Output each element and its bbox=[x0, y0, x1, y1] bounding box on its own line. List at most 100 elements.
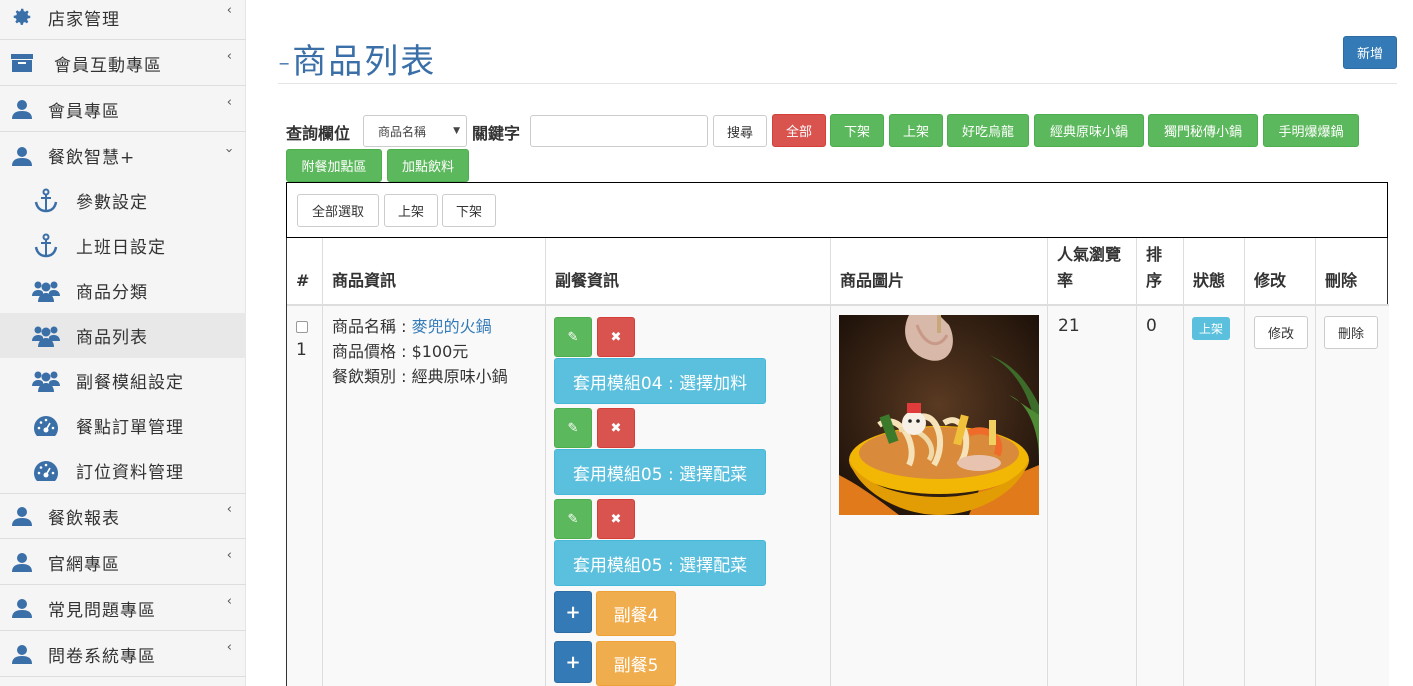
sidebar-item-member[interactable]: 會員專區 ‹ bbox=[0, 87, 246, 132]
add-side-button[interactable]: + bbox=[554, 591, 592, 633]
search-button[interactable]: 搜尋 bbox=[713, 115, 767, 147]
sidebar-subitem-label: 上班日設定 bbox=[76, 238, 166, 258]
bulk-off-shelf-button[interactable]: 下架 bbox=[442, 194, 496, 227]
caret-down-icon: ▼ bbox=[453, 126, 460, 136]
remove-module-button[interactable]: ✖ bbox=[597, 317, 635, 357]
row-index: 1 bbox=[296, 340, 307, 360]
module-label[interactable]: 套用模組04 : 選擇加料 bbox=[554, 358, 766, 404]
plus-icon: + bbox=[565, 601, 581, 623]
sidebar-item-dining-smart[interactable]: 餐飲智慧+ ‹ bbox=[0, 133, 246, 178]
product-name-label: 商品名稱 : bbox=[332, 317, 412, 336]
chevron-left-icon: ‹ bbox=[226, 502, 232, 517]
keyword-label: 關鍵字 bbox=[472, 124, 521, 143]
product-name-link[interactable]: 麥兜的火鍋 bbox=[412, 317, 492, 336]
anchor-icon bbox=[32, 233, 60, 258]
product-info-cell: 商品名稱 : 麥兜的火鍋 商品價格 : $100元 餐飲類別 : 經典原味小鍋 bbox=[323, 306, 546, 686]
sidebar-item-dining-report[interactable]: 餐飲報表 ‹ bbox=[0, 494, 246, 539]
table-header: 修改 bbox=[1245, 238, 1316, 306]
table-header: 刪除 bbox=[1316, 238, 1389, 306]
sidebar-subitem-workday-settings[interactable]: 上班日設定 bbox=[0, 223, 246, 268]
filter-category-button[interactable]: 經典原味小鍋 bbox=[1034, 114, 1144, 147]
select-all-button[interactable]: 全部選取 bbox=[297, 194, 379, 227]
delete-cell: 刪除 bbox=[1316, 306, 1389, 686]
main-content: -商品列表 新增 查詢欄位 商品名稱 ▼ 關鍵字 搜尋 全部 下架 上架 好吃烏… bbox=[246, 0, 1413, 686]
edit-module-button[interactable]: ✎ bbox=[554, 408, 592, 448]
table-header: 商品資訊 bbox=[323, 238, 546, 306]
product-category: 餐飲類別 : 經典原味小鍋 bbox=[332, 367, 508, 386]
sidebar-item-label: 常見問題專區 bbox=[48, 600, 156, 621]
sidebar-subitem-reservation-management[interactable]: 訂位資料管理 bbox=[0, 448, 246, 493]
side-dish-label[interactable]: 副餐4 bbox=[596, 591, 676, 636]
user-icon bbox=[10, 597, 34, 619]
order-value: 0 bbox=[1146, 316, 1157, 336]
users-icon bbox=[32, 279, 60, 303]
sidebar-item-member-interaction[interactable]: 會員互動專區 ‹ bbox=[0, 41, 246, 86]
filter-category-button[interactable]: 好吃烏龍 bbox=[947, 114, 1029, 147]
sidebar-item-label: 餐飲智慧+ bbox=[48, 148, 136, 168]
sidebar-subitem-parameter-settings[interactable]: 參數設定 bbox=[0, 178, 246, 223]
sidebar-subitem-product-category[interactable]: 商品分類 bbox=[0, 268, 246, 313]
sidebar-item-store-management[interactable]: 店家管理 ‹ bbox=[0, 0, 246, 40]
chevron-left-icon: ‹ bbox=[226, 3, 232, 18]
sidebar-subitem-product-list[interactable]: 商品列表 bbox=[0, 313, 246, 358]
sidebar-item-label: 店家管理 bbox=[48, 9, 120, 30]
chevron-left-icon: ‹ bbox=[226, 640, 232, 655]
plus-icon: + bbox=[565, 651, 581, 673]
pencil-icon: ✎ bbox=[567, 420, 579, 436]
sidebar-item-official-site[interactable]: 官網專區 ‹ bbox=[0, 540, 246, 585]
sidebar-item-label: 會員互動專區 bbox=[54, 55, 162, 76]
keyword-input[interactable] bbox=[530, 115, 708, 147]
sidebar-item-survey[interactable]: 問卷系統專區 ‹ bbox=[0, 632, 246, 677]
table-header: 商品圖片 bbox=[831, 238, 1048, 306]
add-button[interactable]: 新增 bbox=[1343, 36, 1397, 69]
sidebar: 店家管理 ‹ 會員互動專區 ‹ 會員專區 ‹ 餐飲智慧+ ‹ 參數設定 上班日設… bbox=[0, 0, 246, 686]
delete-button[interactable]: 刪除 bbox=[1324, 316, 1378, 349]
dashboard-icon bbox=[32, 414, 60, 438]
order-cell: 0 bbox=[1137, 306, 1184, 686]
side-info-cell: ✎ ✖ 套用模組04 : 選擇加料 ✎ ✖ 套用模組05 : 選擇配菜 ✎ ✖ … bbox=[546, 306, 831, 686]
pencil-icon: ✎ bbox=[567, 511, 579, 527]
chevron-down-icon: ‹ bbox=[221, 147, 237, 154]
chevron-left-icon: ‹ bbox=[226, 95, 232, 110]
side-dish-label[interactable]: 副餐5 bbox=[596, 641, 676, 686]
remove-module-button[interactable]: ✖ bbox=[597, 408, 635, 448]
table-row: 1 bbox=[287, 306, 323, 686]
edit-module-button[interactable]: ✎ bbox=[554, 499, 592, 539]
sidebar-subitem-label: 參數設定 bbox=[76, 193, 148, 213]
filter-category-button[interactable]: 加點飲料 bbox=[387, 149, 469, 182]
sidebar-subitem-order-management[interactable]: 餐點訂單管理 bbox=[0, 403, 246, 448]
edit-module-button[interactable]: ✎ bbox=[554, 317, 592, 357]
status-cell: 上架 bbox=[1184, 306, 1245, 686]
table-header: 人氣瀏覽率 bbox=[1048, 238, 1137, 306]
sidebar-subitem-label: 商品分類 bbox=[76, 283, 148, 303]
edit-button[interactable]: 修改 bbox=[1254, 316, 1308, 349]
module-label[interactable]: 套用模組05 : 選擇配菜 bbox=[554, 449, 766, 495]
user-icon bbox=[10, 643, 34, 665]
product-image bbox=[839, 315, 1039, 515]
add-side-button[interactable]: + bbox=[554, 641, 592, 683]
filter-category-button[interactable]: 獨門秘傳小鍋 bbox=[1148, 114, 1258, 147]
module-label[interactable]: 套用模組05 : 選擇配菜 bbox=[554, 540, 766, 586]
user-icon bbox=[10, 551, 34, 573]
product-price: 商品價格 : $100元 bbox=[332, 342, 469, 361]
filter-category-button[interactable]: 手明爆爆鍋 bbox=[1263, 114, 1359, 147]
table-header: # bbox=[287, 238, 323, 306]
filter-on-shelf-button[interactable]: 上架 bbox=[889, 114, 943, 147]
sidebar-subitem-side-module-settings[interactable]: 副餐模組設定 bbox=[0, 358, 246, 403]
chevron-left-icon: ‹ bbox=[226, 548, 232, 563]
user-icon bbox=[10, 505, 34, 527]
views-value: 21 bbox=[1058, 316, 1080, 336]
filter-off-shelf-button[interactable]: 下架 bbox=[830, 114, 884, 147]
filter-category-button[interactable]: 附餐加點區 bbox=[286, 149, 382, 182]
bulk-on-shelf-button[interactable]: 上架 bbox=[384, 194, 438, 227]
row-checkbox[interactable] bbox=[296, 321, 308, 333]
search-field-select[interactable]: 商品名稱 ▼ bbox=[363, 115, 467, 147]
sidebar-item-label: 官網專區 bbox=[48, 554, 120, 575]
filter-all-button[interactable]: 全部 bbox=[772, 114, 826, 147]
search-field-label: 查詢欄位 bbox=[286, 124, 351, 143]
users-icon bbox=[32, 324, 60, 348]
status-badge: 上架 bbox=[1192, 317, 1231, 340]
sidebar-subitem-label: 餐點訂單管理 bbox=[76, 418, 184, 438]
remove-module-button[interactable]: ✖ bbox=[597, 499, 635, 539]
sidebar-item-faq[interactable]: 常見問題專區 ‹ bbox=[0, 586, 246, 631]
